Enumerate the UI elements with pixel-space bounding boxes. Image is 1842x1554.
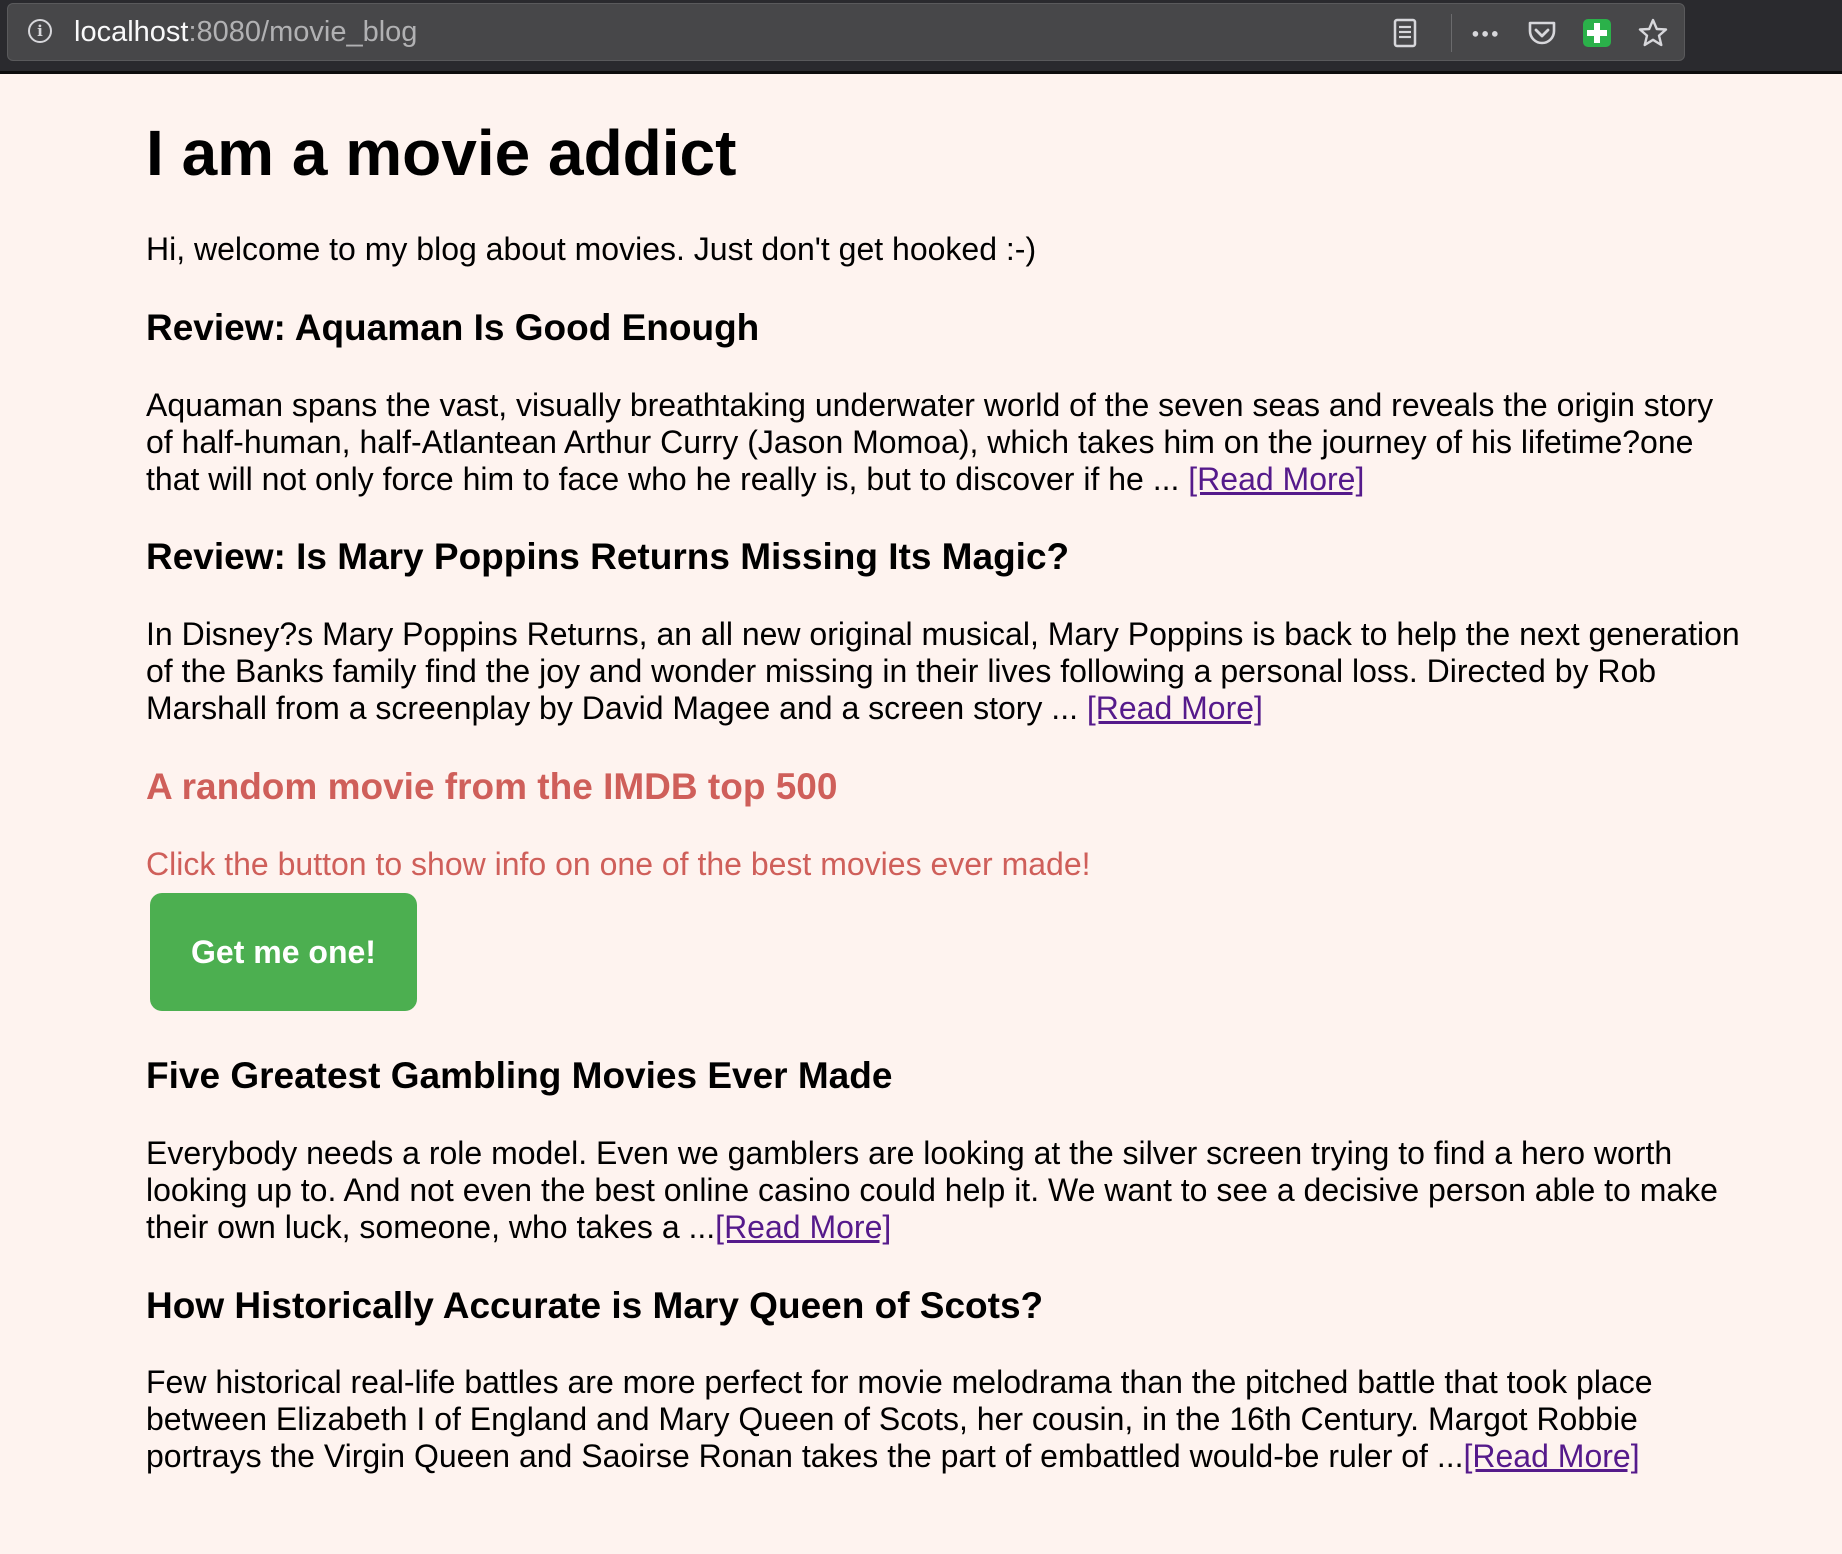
url-path: :8080/movie_blog xyxy=(188,16,418,48)
imdb-prompt: Click the button to show info on one of … xyxy=(146,846,1091,882)
get-me-one-button[interactable]: Get me one! xyxy=(150,893,417,1011)
more-icon[interactable] xyxy=(1471,18,1501,48)
post-excerpt: Aquaman spans the vast, visually breatht… xyxy=(146,387,1746,498)
post-title: Review: Aquaman Is Good Enough xyxy=(146,307,760,348)
post-excerpt: Everybody needs a role model. Even we ga… xyxy=(146,1135,1746,1246)
pocket-icon[interactable] xyxy=(1527,18,1557,48)
post-excerpt: Few historical real-life battles are mor… xyxy=(146,1364,1746,1475)
info-icon[interactable]: i xyxy=(28,19,52,43)
toolbar-separator xyxy=(1451,14,1452,52)
post-excerpt-text: Aquaman spans the vast, visually breatht… xyxy=(146,387,1714,497)
read-more-link[interactable]: [Read More] xyxy=(1464,1438,1640,1474)
post-excerpt-text: In Disney?s Mary Poppins Returns, an all… xyxy=(146,616,1740,726)
browser-toolbar: i localhost:8080/movie_blog xyxy=(0,0,1842,74)
reader-view-icon[interactable] xyxy=(1390,18,1420,48)
post-excerpt-text: Few historical real-life battles are mor… xyxy=(146,1364,1653,1474)
read-more-link[interactable]: [Read More] xyxy=(1087,690,1263,726)
extension-plus-icon[interactable] xyxy=(1582,18,1612,48)
imdb-heading: A random movie from the IMDB top 500 xyxy=(146,766,838,807)
post-title: Five Greatest Gambling Movies Ever Made xyxy=(146,1055,893,1096)
post-title: How Historically Accurate is Mary Queen … xyxy=(146,1285,1044,1326)
bookmark-star-icon[interactable] xyxy=(1638,18,1668,48)
post-excerpt: In Disney?s Mary Poppins Returns, an all… xyxy=(146,616,1746,727)
page-title: I am a movie addict xyxy=(146,117,737,189)
url-host: localhost xyxy=(74,16,189,48)
post-excerpt-text: Everybody needs a role model. Even we ga… xyxy=(146,1135,1718,1245)
post-title: Review: Is Mary Poppins Returns Missing … xyxy=(146,536,1070,577)
address-bar[interactable]: i localhost:8080/movie_blog xyxy=(7,3,1685,61)
read-more-link[interactable]: [Read More] xyxy=(1188,461,1364,497)
url-text[interactable]: localhost:8080/movie_blog xyxy=(74,17,417,47)
read-more-link[interactable]: [Read More] xyxy=(715,1209,891,1245)
intro-text: Hi, welcome to my blog about movies. Jus… xyxy=(146,231,1037,267)
